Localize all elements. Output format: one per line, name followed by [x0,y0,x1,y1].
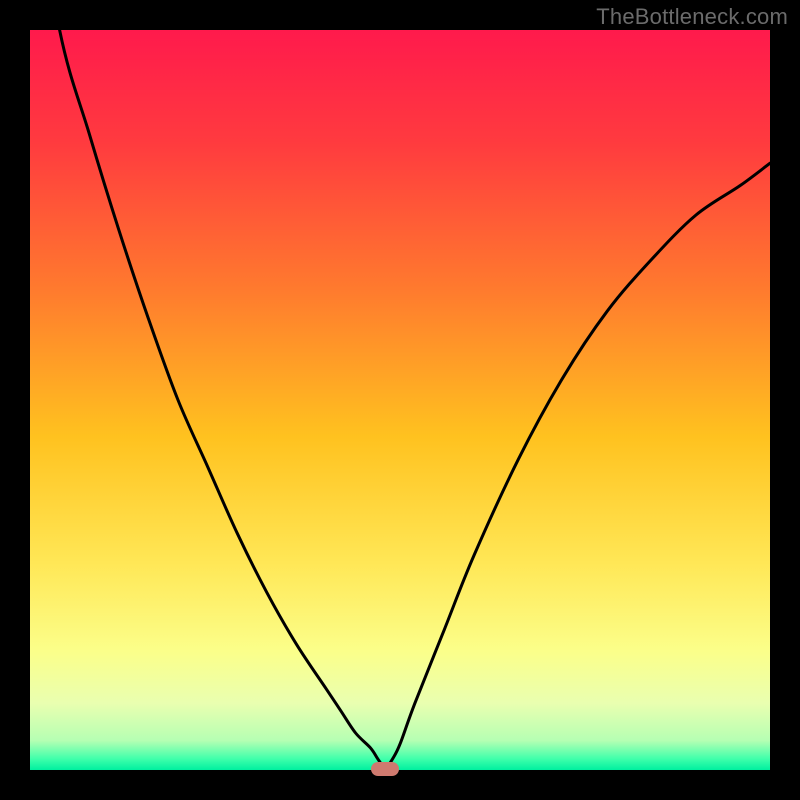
plot-area [30,30,770,770]
gradient-background [30,30,770,770]
gradient-plot-svg [30,30,770,770]
watermark-text: TheBottleneck.com [596,4,788,30]
minimum-marker [371,762,399,776]
chart-frame: TheBottleneck.com [0,0,800,800]
